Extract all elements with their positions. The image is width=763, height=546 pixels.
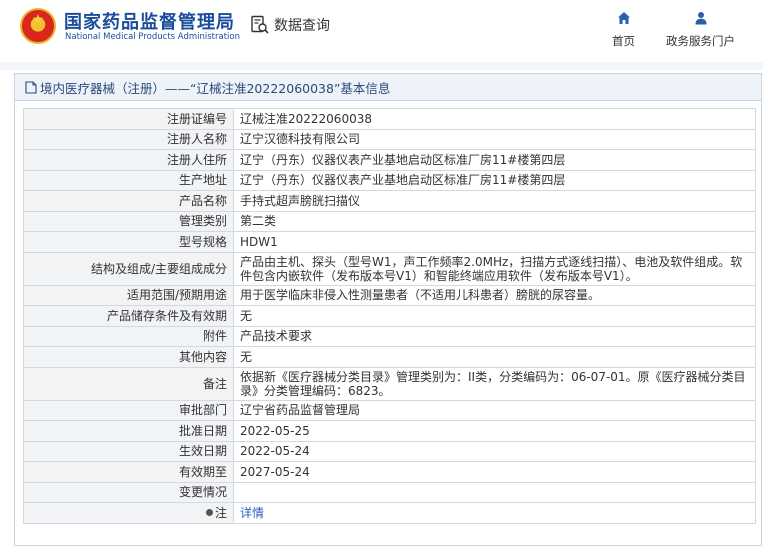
table-row: 附件 产品技术要求 xyxy=(23,325,756,347)
field-value: 2022-05-24 xyxy=(233,440,756,462)
table-row: 变更情况 xyxy=(23,481,756,503)
field-value: 用于医学临床非侵入性测量患者（不适用儿科患者）膀胱的尿容量。 xyxy=(233,284,756,306)
field-label: 批准日期 xyxy=(23,420,234,442)
field-value: 依据新《医疗器械分类目录》管理类别为：II类，分类编码为：06-07-01。原《… xyxy=(233,366,756,401)
field-label: 生效日期 xyxy=(23,440,234,462)
field-label: 有效期至 xyxy=(23,461,234,483)
field-value xyxy=(233,481,756,503)
home-icon xyxy=(617,10,631,29)
field-label: 附件 xyxy=(23,325,234,347)
field-label: 适用范围/预期用途 xyxy=(23,284,234,306)
table-row: 注册人名称 辽宁汉德科技有限公司 xyxy=(23,128,756,150)
field-value: 无 xyxy=(233,305,756,327)
table-row: 备注 依据新《医疗器械分类目录》管理类别为：II类，分类编码为：06-07-01… xyxy=(23,366,756,401)
field-value: 辽械注准20222060038 xyxy=(233,108,756,130)
field-value: 第二类 xyxy=(233,210,756,232)
national-emblem-icon: ★ xyxy=(20,8,56,44)
table-row: 结构及组成/主要组成成分 产品由主机、探头（型号W1，声工作频率2.0MHz，扫… xyxy=(23,251,756,286)
header-divider xyxy=(0,62,763,70)
nav-service-portal-label: 政务服务门户 xyxy=(666,34,735,48)
note-label-cell: 注 xyxy=(23,502,234,524)
nav-home-label: 首页 xyxy=(612,34,635,48)
field-label: 审批部门 xyxy=(23,399,234,421)
field-label: 注册人住所 xyxy=(23,149,234,171)
table-row: 其他内容 无 xyxy=(23,346,756,368)
field-value: 2022-05-25 xyxy=(233,420,756,442)
data-query-title: 数据查询 xyxy=(250,14,330,36)
table-row: 产品名称 手持式超声膀胱扫描仪 xyxy=(23,190,756,212)
table-row: 生效日期 2022-05-24 xyxy=(23,440,756,462)
note-value-cell: 详情 xyxy=(233,502,756,524)
field-value: 产品技术要求 xyxy=(233,325,756,347)
field-label: 型号规格 xyxy=(23,231,234,253)
table-row: 管理类别 第二类 xyxy=(23,210,756,232)
panel-title-text: 境内医疗器械（注册）——“辽械注准20222060038”基本信息 xyxy=(40,80,391,96)
field-value: 产品由主机、探头（型号W1，声工作频率2.0MHz，扫描方式逐线扫描）、电池及软… xyxy=(233,251,756,286)
note-label: 注 xyxy=(214,505,227,520)
table-row: 批准日期 2022-05-25 xyxy=(23,420,756,442)
table-row: 产品储存条件及有效期 无 xyxy=(23,305,756,327)
field-label: 产品名称 xyxy=(23,190,234,212)
nav-home[interactable]: 首页 xyxy=(612,10,635,49)
field-value: HDW1 xyxy=(233,231,756,253)
field-label: 结构及组成/主要组成成分 xyxy=(23,251,234,286)
field-value: 辽宁（丹东）仪器仪表产业基地启动区标准厂房11#楼第四层 xyxy=(233,149,756,171)
document-icon xyxy=(25,80,37,94)
field-label: 产品储存条件及有效期 xyxy=(23,305,234,327)
field-label: 变更情况 xyxy=(23,481,234,503)
table-row: 型号规格 HDW1 xyxy=(23,231,756,253)
data-query-label: 数据查询 xyxy=(274,18,330,34)
field-value: 辽宁省药品监督管理局 xyxy=(233,399,756,421)
details-link[interactable]: 详情 xyxy=(240,506,264,520)
field-value: 无 xyxy=(233,346,756,368)
field-value: 辽宁（丹东）仪器仪表产业基地启动区标准厂房11#楼第四层 xyxy=(233,169,756,191)
field-value: 2027-05-24 xyxy=(233,461,756,483)
info-table: 注册证编号 辽械注准20222060038 注册人名称 辽宁汉德科技有限公司 注… xyxy=(23,108,756,524)
user-icon xyxy=(694,10,708,29)
field-label: 生产地址 xyxy=(23,169,234,191)
search-document-icon xyxy=(250,15,270,35)
table-row: 适用范围/预期用途 用于医学临床非侵入性测量患者（不适用儿科患者）膀胱的尿容量。 xyxy=(23,284,756,306)
panel-title: 境内医疗器械（注册）——“辽械注准20222060038”基本信息 xyxy=(15,74,761,101)
bullet-icon xyxy=(205,508,213,516)
field-label: 其他内容 xyxy=(23,346,234,368)
table-row: 有效期至 2027-05-24 xyxy=(23,461,756,483)
brand-name-en: National Medical Products Administration xyxy=(65,32,240,42)
table-row: 生产地址 辽宁（丹东）仪器仪表产业基地启动区标准厂房11#楼第四层 xyxy=(23,169,756,191)
table-row: 审批部门 辽宁省药品监督管理局 xyxy=(23,399,756,421)
brand-name-cn[interactable]: 国家药品监督管理局 xyxy=(64,8,235,34)
field-label: 备注 xyxy=(23,366,234,401)
detail-panel: 境内医疗器械（注册）——“辽械注准20222060038”基本信息 注册证编号 … xyxy=(14,73,762,546)
field-value: 辽宁汉德科技有限公司 xyxy=(233,128,756,150)
site-header: ★ 国家药品监督管理局 National Medical Products Ad… xyxy=(0,0,763,62)
nav-service-portal[interactable]: 政务服务门户 xyxy=(666,10,735,49)
field-label: 注册人名称 xyxy=(23,128,234,150)
field-label: 管理类别 xyxy=(23,210,234,232)
table-row: 注册证编号 辽械注准20222060038 xyxy=(23,108,756,130)
field-label: 注册证编号 xyxy=(23,108,234,130)
field-value: 手持式超声膀胱扫描仪 xyxy=(233,190,756,212)
table-row: 注 详情 xyxy=(23,502,756,524)
table-row: 注册人住所 辽宁（丹东）仪器仪表产业基地启动区标准厂房11#楼第四层 xyxy=(23,149,756,171)
